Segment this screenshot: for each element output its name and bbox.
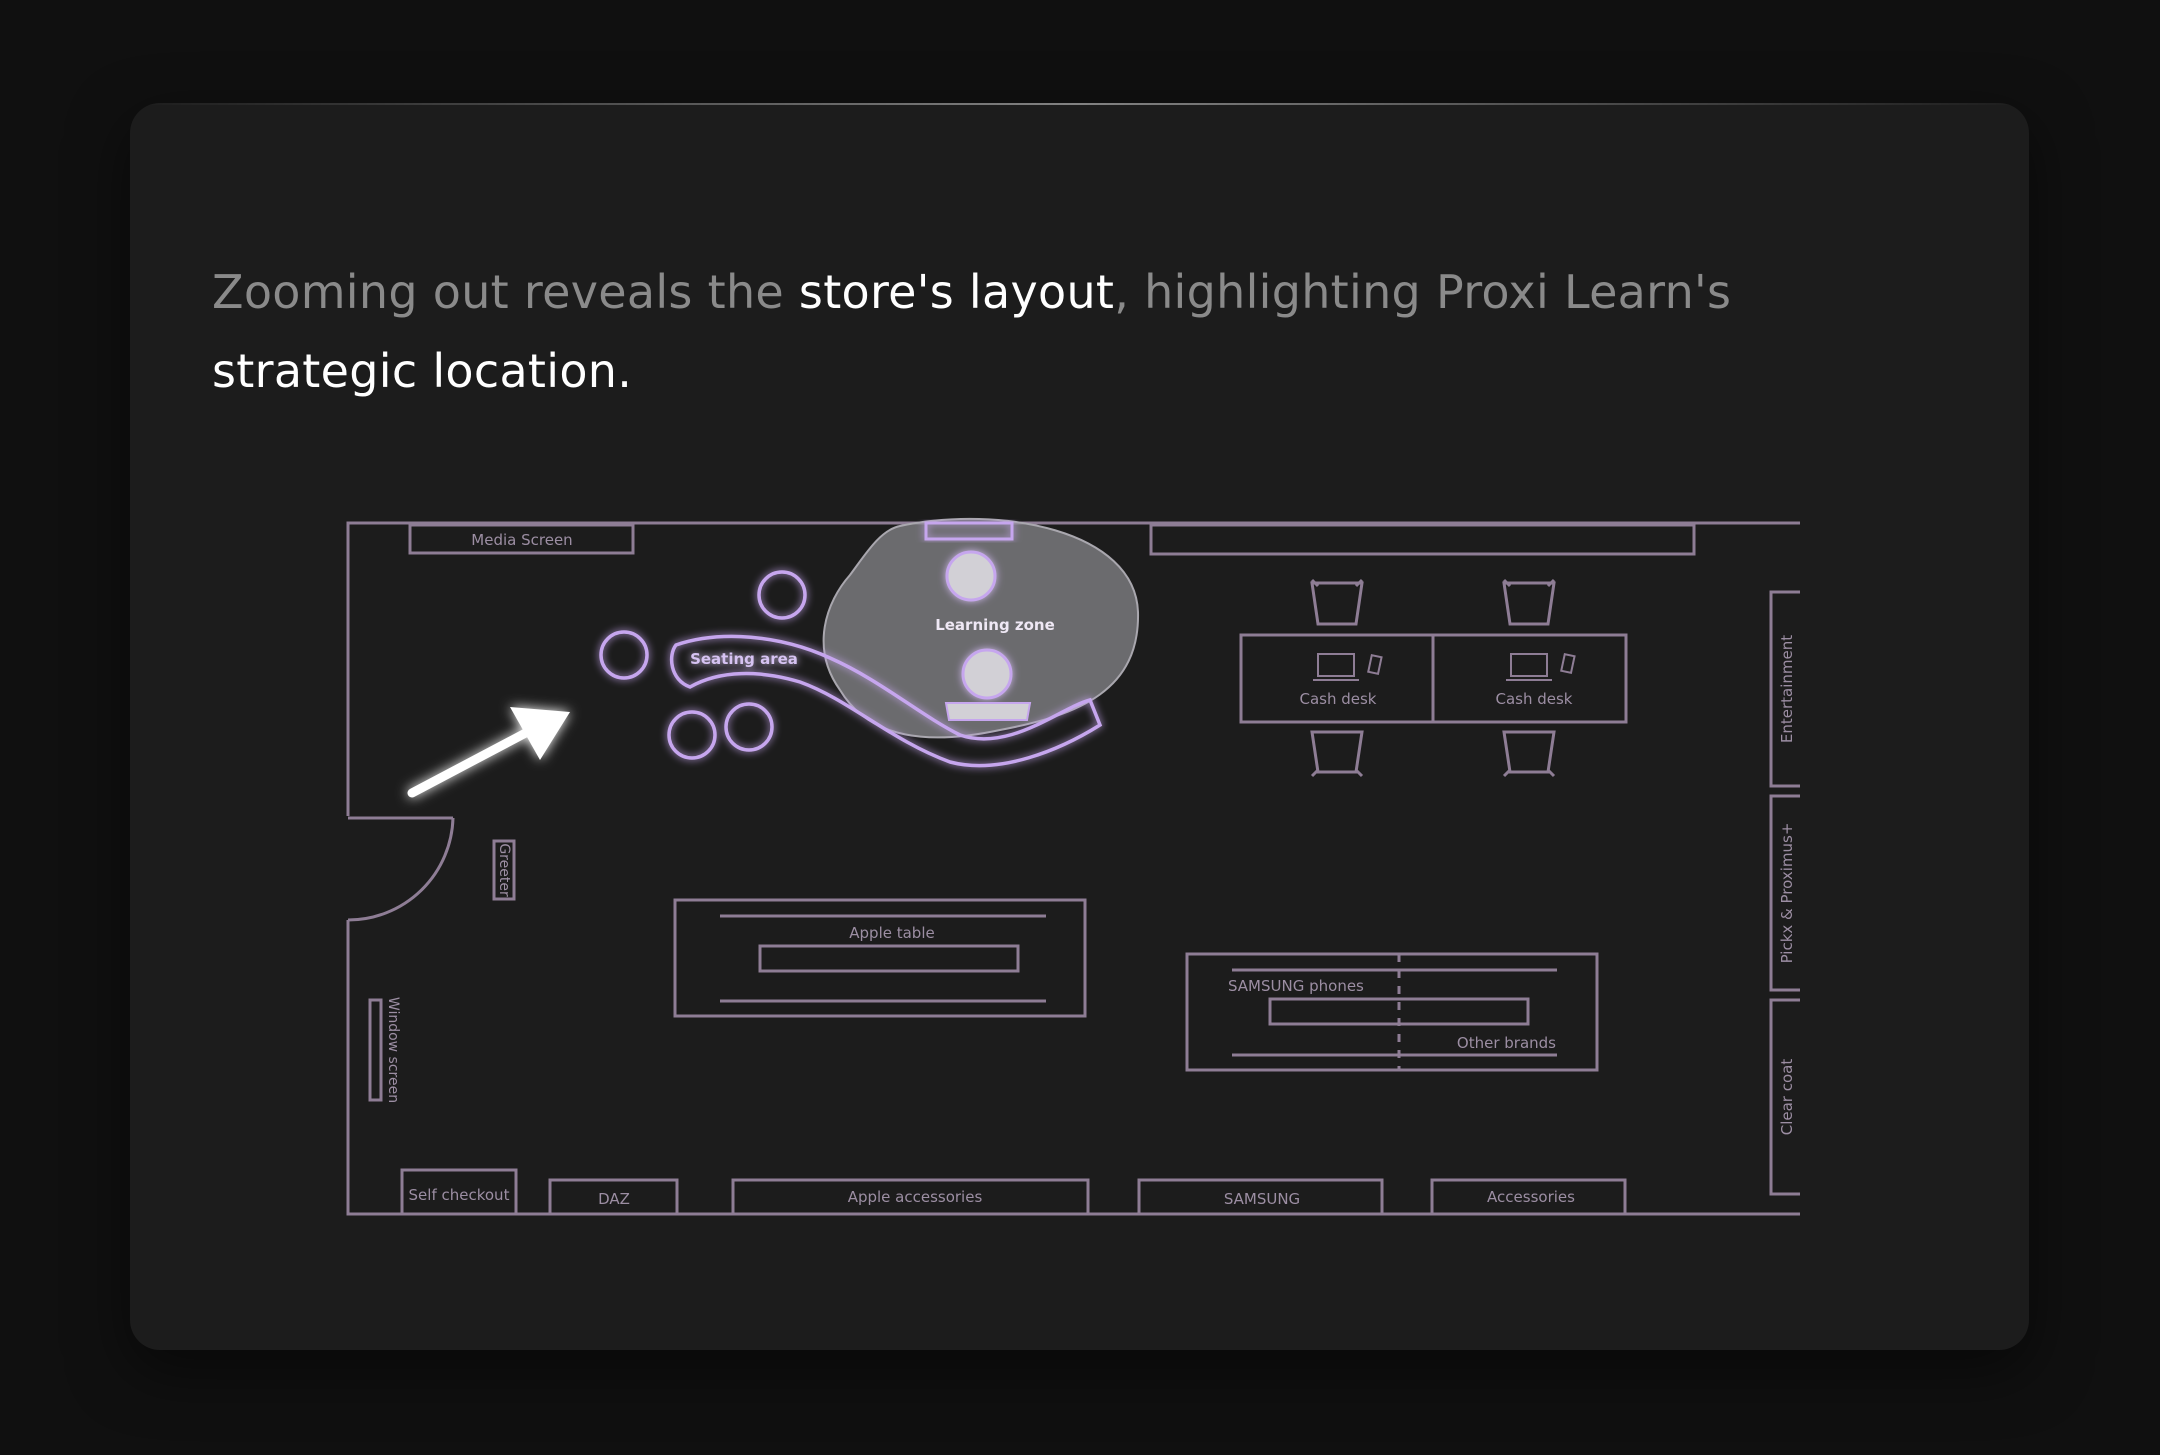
self-checkout-label: Self checkout xyxy=(409,1186,510,1204)
phone-icon xyxy=(1367,653,1383,676)
cash-desk-2-label: Cash desk xyxy=(1495,690,1572,708)
bottom-wall-units: Self checkout DAZ Apple accessories SAMS… xyxy=(400,1168,1627,1216)
accessories-label: Accessories xyxy=(1487,1188,1575,1206)
window-screen-label: Window screen xyxy=(385,997,401,1103)
clear-coat-label: Clear coat xyxy=(1778,1059,1796,1136)
headline-highlight-2: strategic location. xyxy=(212,344,633,398)
top-wall-counter xyxy=(1149,523,1696,556)
chair-icon xyxy=(1310,578,1364,626)
headline-part-2: , highlighting Proxi Learn's xyxy=(1114,265,1732,319)
pickx-proximus-label: Pickx & Proximus+ xyxy=(1778,823,1796,964)
cash-desk-1-label: Cash desk xyxy=(1299,690,1376,708)
headline-part-1: Zooming out reveals the xyxy=(212,265,799,319)
laptop-icon xyxy=(1506,653,1552,681)
samsung-label: SAMSUNG xyxy=(1224,1190,1300,1208)
card-top-highlight xyxy=(130,103,2029,105)
apple-table-label: Apple table xyxy=(849,924,934,942)
samsung-phones-label: SAMSUNG phones xyxy=(1228,977,1364,995)
window-screen: Window screen xyxy=(368,997,401,1103)
samsung-table: SAMSUNG phones Other brands xyxy=(1185,952,1599,1072)
phone-icon xyxy=(1560,652,1576,675)
apple-accessories-label: Apple accessories xyxy=(848,1188,983,1206)
media-screen-label: Media Screen xyxy=(471,531,572,549)
cash-desk-area: Cash desk Cash desk xyxy=(1239,578,1628,778)
chair-icon xyxy=(1502,578,1556,626)
apple-table: Apple table xyxy=(673,898,1087,1018)
arrow-icon xyxy=(407,707,570,798)
headline-highlight-1: store's layout xyxy=(798,265,1115,319)
entertainment-label: Entertainment xyxy=(1778,635,1796,743)
daz-label: DAZ xyxy=(598,1190,630,1208)
seat-3 xyxy=(667,710,717,760)
seat-4 xyxy=(724,702,774,752)
store-floor-plan: Media Screen Learning zone Seating area xyxy=(346,517,1800,1216)
chair-icon xyxy=(1310,730,1364,778)
greeter-label: Greeter xyxy=(496,843,512,897)
seat-1 xyxy=(757,570,807,620)
media-screen: Media Screen xyxy=(408,523,635,555)
learning-zone-label: Learning zone xyxy=(935,616,1055,634)
other-brands-label: Other brands xyxy=(1457,1034,1556,1052)
entrance-door xyxy=(347,816,455,922)
seat-2 xyxy=(599,630,649,680)
headline: Zooming out reveals the store's layout, … xyxy=(212,253,1912,411)
laptop-icon xyxy=(1313,653,1359,681)
chair-icon xyxy=(1502,730,1556,778)
seating-area-label: Seating area xyxy=(690,650,798,668)
greeter-stand: Greeter xyxy=(492,839,516,901)
